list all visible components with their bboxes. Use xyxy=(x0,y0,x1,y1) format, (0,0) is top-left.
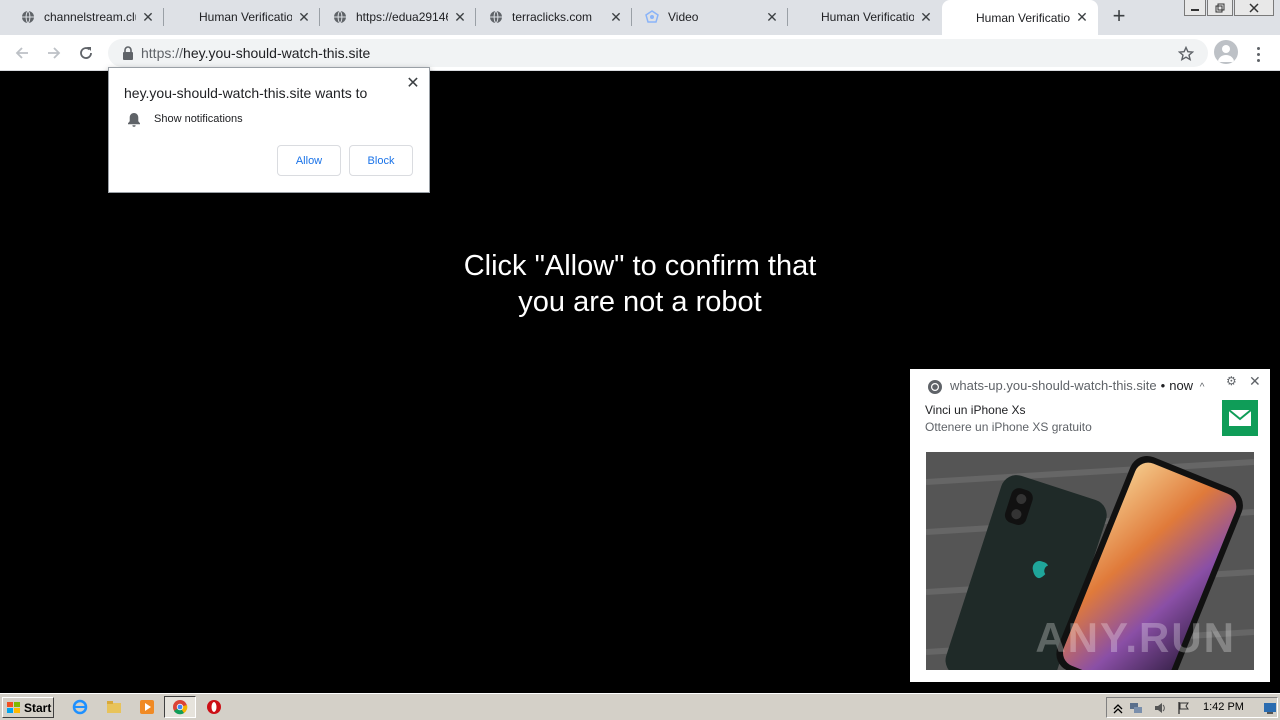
show-desktop-icon[interactable] xyxy=(1263,701,1277,715)
tab-close-icon[interactable]: ✕ xyxy=(452,9,468,25)
tab-title: Human Verification xyxy=(976,10,1070,25)
notification-title: Vinci un iPhone Xs xyxy=(925,403,1026,417)
new-tab-button[interactable]: + xyxy=(1108,5,1130,28)
lock-icon[interactable] xyxy=(120,45,136,61)
back-button[interactable] xyxy=(10,41,34,65)
tab-close-icon[interactable]: ✕ xyxy=(608,9,624,25)
arrow-left-icon xyxy=(15,47,28,59)
taskbar: Start 1:42 PM xyxy=(0,693,1280,720)
allow-button[interactable]: Allow xyxy=(277,145,341,176)
action-center-flag-icon[interactable] xyxy=(1177,701,1191,715)
volume-icon[interactable] xyxy=(1153,701,1167,715)
notification-image: ANY.RUN xyxy=(926,452,1254,670)
desktop-notification[interactable]: whats-up.you-should-watch-this.site • now … xyxy=(910,369,1270,682)
browser-menu-button[interactable] xyxy=(1250,42,1266,66)
browser-toolbar: https://hey.you-should-watch-this.site xyxy=(0,35,1280,71)
globe-icon xyxy=(332,9,348,25)
chevron-up-icon[interactable]: ^ xyxy=(1200,382,1205,393)
network-icon[interactable] xyxy=(1129,701,1143,715)
show-hidden-icons-icon[interactable] xyxy=(1111,701,1125,715)
notification-body: Ottenere un iPhone XS gratuito xyxy=(925,420,1092,434)
start-label: Start xyxy=(24,700,52,715)
tab-title: Video xyxy=(668,10,699,24)
notification-header: whats-up.you-should-watch-this.site • now … xyxy=(950,378,1204,393)
file-explorer-icon[interactable] xyxy=(106,699,122,715)
profile-avatar-icon[interactable] xyxy=(1214,40,1238,64)
permission-label: Show notifications xyxy=(154,113,243,125)
mail-envelope-icon xyxy=(1222,400,1258,436)
url-scheme: https:// xyxy=(141,45,184,61)
tab-close-icon[interactable]: ✕ xyxy=(296,9,312,25)
reload-icon xyxy=(80,47,92,59)
tab-close-icon[interactable]: ✕ xyxy=(140,9,156,25)
tab-title: https://edua29146 xyxy=(356,10,448,24)
start-button[interactable]: Start xyxy=(2,697,54,718)
chrome-icon xyxy=(927,379,943,395)
notification-close-icon[interactable]: ✕ xyxy=(1249,374,1263,388)
clock-text[interactable]: 1:42 PM xyxy=(1203,701,1244,713)
address-bar[interactable]: https://hey.you-should-watch-this.site xyxy=(108,39,1208,67)
tab-close-icon[interactable]: ✕ xyxy=(1074,9,1090,26)
notification-time: now xyxy=(1169,378,1194,393)
window-close-button[interactable] xyxy=(1234,0,1274,16)
globe-icon xyxy=(20,9,36,25)
tab-3[interactable]: https://edua29146 ✕ xyxy=(320,0,476,34)
tab-4[interactable]: terraclicks.com ✕ xyxy=(476,0,632,34)
windows-logo-icon xyxy=(7,701,20,713)
chrome-icon xyxy=(173,700,188,715)
tab-7-active[interactable]: Human Verification ✕ xyxy=(942,0,1098,35)
internet-explorer-icon[interactable] xyxy=(72,699,88,715)
minimize-button[interactable] xyxy=(1184,0,1206,16)
arrow-right-icon xyxy=(48,47,61,59)
system-tray: 1:42 PM xyxy=(1106,697,1278,718)
watermark-text: ANY.RUN xyxy=(1035,614,1236,661)
url-text: https://hey.you-should-watch-this.site xyxy=(141,45,370,61)
globe-icon xyxy=(488,9,504,25)
tab-title: Human Verification xyxy=(199,10,292,24)
forward-button[interactable] xyxy=(42,41,66,65)
tab-title: Human Verification xyxy=(821,10,914,24)
url-host: hey.you-should-watch-this.site xyxy=(183,45,371,61)
opera-icon[interactable] xyxy=(206,699,222,715)
prompt-title: hey.you-should-watch-this.site wants to xyxy=(124,85,368,101)
tab-2[interactable]: Human Verification ✕ xyxy=(164,0,320,34)
tab-strip: channelstream.club ✕ Human Verification … xyxy=(0,0,1280,35)
desktop-screen: channelstream.club ✕ Human Verification … xyxy=(0,0,1280,720)
video-icon xyxy=(644,9,660,25)
notification-origin: whats-up.you-should-watch-this.site xyxy=(950,378,1157,393)
tab-6[interactable]: Human Verification ✕ xyxy=(788,0,942,34)
bell-icon xyxy=(127,112,141,128)
prompt-close-icon[interactable]: ✕ xyxy=(405,76,421,92)
chrome-taskbar-button[interactable] xyxy=(164,696,196,718)
headline-line-2: you are not a robot xyxy=(518,286,762,318)
block-button[interactable]: Block xyxy=(349,145,413,176)
tab-close-icon[interactable]: ✕ xyxy=(764,9,780,25)
tab-1[interactable]: channelstream.club ✕ xyxy=(0,0,164,34)
verification-message: Click "Allow" to confirm that you are no… xyxy=(340,248,940,320)
bookmark-star-icon[interactable] xyxy=(1174,42,1198,66)
headline-line-1: Click "Allow" to confirm that xyxy=(463,250,817,282)
tab-title: terraclicks.com xyxy=(512,10,593,24)
tab-5[interactable]: Video ✕ xyxy=(632,0,788,34)
restore-button[interactable] xyxy=(1207,0,1233,16)
reload-button[interactable] xyxy=(74,41,98,65)
settings-gear-icon[interactable]: ⚙ xyxy=(1226,375,1238,387)
media-player-icon[interactable] xyxy=(139,699,155,715)
notification-permission-prompt: hey.you-should-watch-this.site wants to … xyxy=(108,67,430,193)
header-separator: • xyxy=(1160,378,1166,393)
tab-close-icon[interactable]: ✕ xyxy=(918,9,934,25)
tab-title: channelstream.club xyxy=(44,10,136,24)
